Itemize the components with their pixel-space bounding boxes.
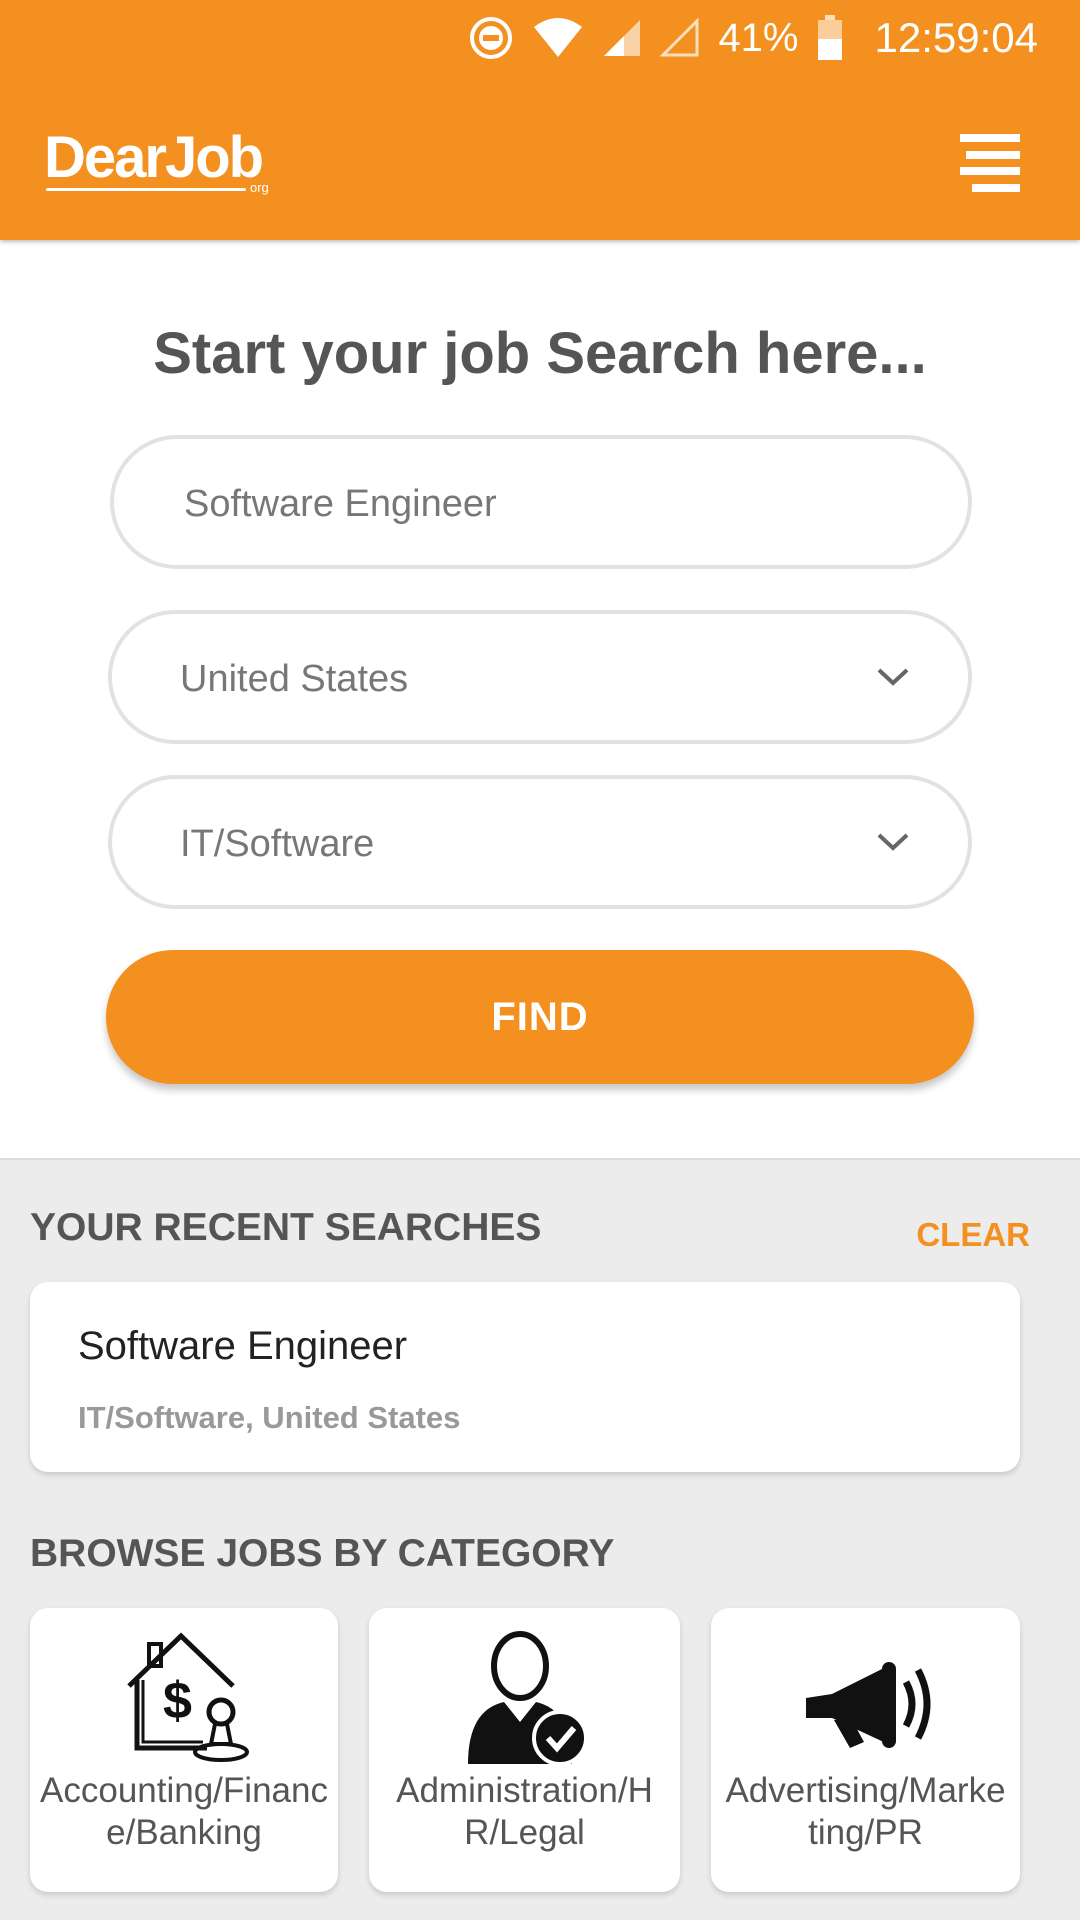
- category-select[interactable]: IT/Software: [108, 775, 972, 909]
- accounting-house-dollar-icon: $: [119, 1626, 249, 1771]
- category-label: Advertising/Marketing/PR: [725, 1771, 1006, 1852]
- app-bar: 41% 12:59:04 DearJob org: [0, 0, 1080, 240]
- category-card-accounting[interactable]: $ Accounting/Finance/Banking: [30, 1608, 338, 1892]
- country-select[interactable]: United States: [108, 610, 972, 744]
- recent-searches-title: YOUR RECENT SEARCHES: [30, 1206, 542, 1249]
- keyword-input-value: Software Engineer: [184, 483, 497, 525]
- wifi-icon: [532, 17, 584, 59]
- country-select-value: United States: [180, 658, 409, 700]
- svg-text:$: $: [163, 1672, 192, 1730]
- do-not-disturb-icon: [468, 15, 514, 61]
- category-select-value: IT/Software: [180, 823, 375, 865]
- clear-button[interactable]: CLEAR: [916, 1216, 1030, 1254]
- person-check-icon: [460, 1626, 590, 1771]
- megaphone-icon: [796, 1626, 936, 1771]
- search-headline: Start your job Search here...: [153, 321, 927, 386]
- signal-empty-icon: [660, 18, 700, 58]
- status-time: 12:59:04: [874, 14, 1039, 61]
- hamburger-menu-icon[interactable]: [960, 134, 1020, 192]
- keyword-input[interactable]: Software Engineer: [110, 435, 972, 569]
- recent-search-title: Software Engineer: [78, 1324, 408, 1368]
- chevron-down-icon: [876, 666, 910, 693]
- chevron-down-icon: [876, 831, 910, 858]
- category-label: Administration/HR/Legal: [396, 1771, 653, 1852]
- search-panel: Start your job Search here... Software E…: [0, 240, 1080, 1160]
- category-card-advertising[interactable]: Advertising/Marketing/PR: [711, 1608, 1020, 1892]
- recent-search-subtitle: IT/Software, United States: [78, 1400, 461, 1435]
- app-logo[interactable]: DearJob: [44, 124, 264, 191]
- battery-percent: 41%: [718, 15, 799, 60]
- category-card-administration[interactable]: Administration/HR/Legal: [369, 1608, 680, 1892]
- browse-categories-title: BROWSE JOBS BY CATEGORY: [30, 1532, 615, 1575]
- battery-icon: [817, 15, 843, 61]
- recent-search-item[interactable]: Software Engineer IT/Software, United St…: [30, 1282, 1020, 1472]
- status-bar: 41% 12:59:04: [468, 12, 1038, 64]
- logo-subtext: org: [250, 180, 269, 195]
- signal-icon: [602, 18, 642, 58]
- logo-underline: [46, 188, 246, 191]
- find-button[interactable]: FIND: [106, 950, 974, 1084]
- category-label: Accounting/Finance/Banking: [40, 1771, 328, 1852]
